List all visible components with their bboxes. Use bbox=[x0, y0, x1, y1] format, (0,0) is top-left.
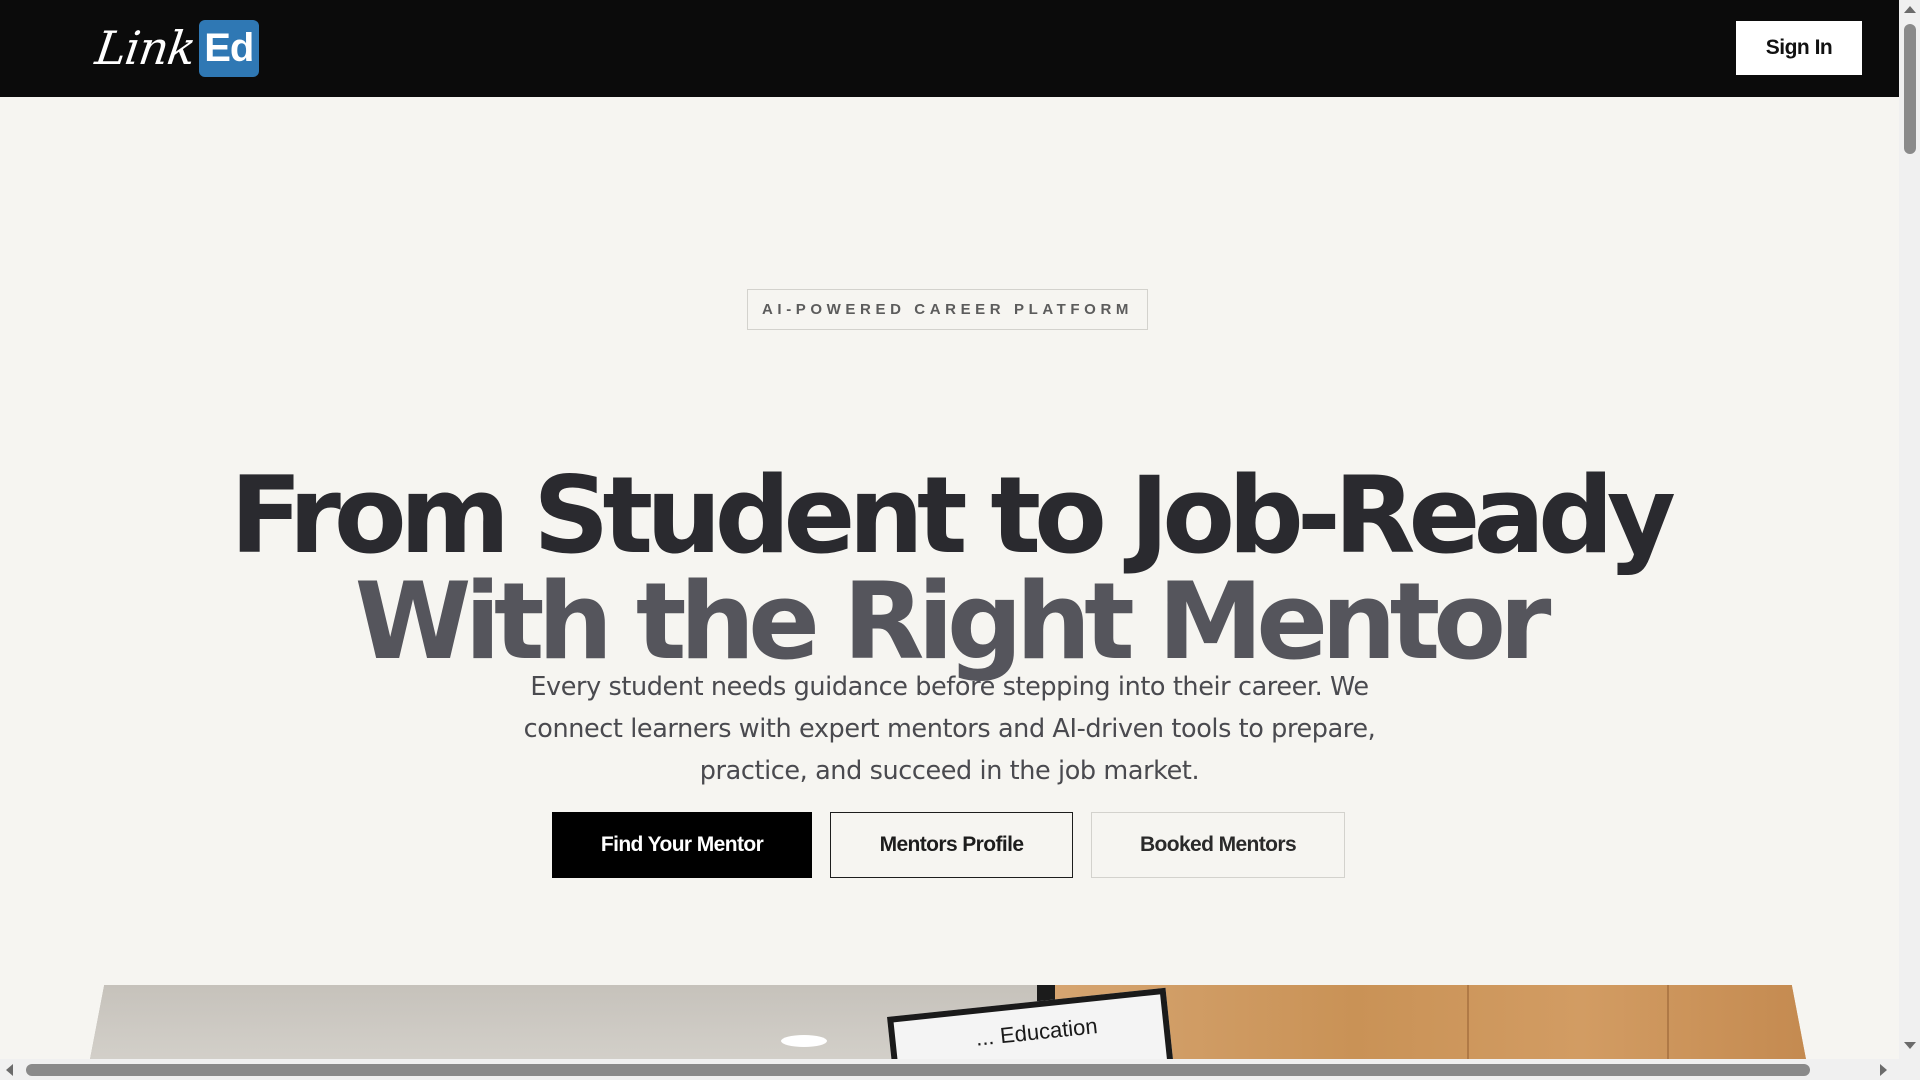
linked-logo[interactable]: Link Ed bbox=[92, 18, 259, 78]
top-navbar: Link Ed Sign In bbox=[0, 0, 1899, 97]
horizontal-scroll-thumb[interactable] bbox=[26, 1064, 1810, 1076]
logo-script-text: Link bbox=[92, 21, 199, 75]
scroll-right-icon[interactable] bbox=[1880, 1064, 1887, 1076]
scroll-up-icon[interactable] bbox=[1904, 6, 1916, 13]
mentors-profile-button[interactable]: Mentors Profile bbox=[830, 812, 1073, 878]
scroll-down-icon[interactable] bbox=[1904, 1042, 1916, 1049]
photo-wood-seam bbox=[1467, 985, 1469, 1059]
platform-badge: AI-POWERED CAREER PLATFORM bbox=[747, 289, 1148, 330]
photo-sign-text: ... Education bbox=[974, 1013, 1099, 1051]
hero-photo: ... Education bbox=[87, 985, 1809, 1059]
hero-headline-line1: From Student to Job-Ready bbox=[230, 454, 1676, 578]
horizontal-scrollbar[interactable] bbox=[0, 1059, 1899, 1080]
page-viewport: Link Ed Sign In AI-POWERED CAREER PLATFO… bbox=[0, 0, 1899, 1059]
photo-wood-seam bbox=[1667, 985, 1669, 1059]
sign-in-button[interactable]: Sign In bbox=[1736, 21, 1862, 75]
vertical-scroll-thumb[interactable] bbox=[1904, 24, 1916, 154]
find-your-mentor-button[interactable]: Find Your Mentor bbox=[552, 812, 812, 878]
scrollbar-corner bbox=[1899, 1059, 1920, 1080]
photo-ceiling-light bbox=[781, 1035, 827, 1047]
logo-badge: Ed bbox=[198, 19, 259, 77]
hero-headline-line2: With the Right Mentor bbox=[354, 560, 1552, 684]
booked-mentors-button[interactable]: Booked Mentors bbox=[1091, 812, 1345, 878]
scroll-left-icon[interactable] bbox=[6, 1064, 13, 1076]
vertical-scrollbar[interactable] bbox=[1899, 0, 1920, 1059]
hero-description: Every student needs guidance before step… bbox=[523, 671, 1376, 786]
